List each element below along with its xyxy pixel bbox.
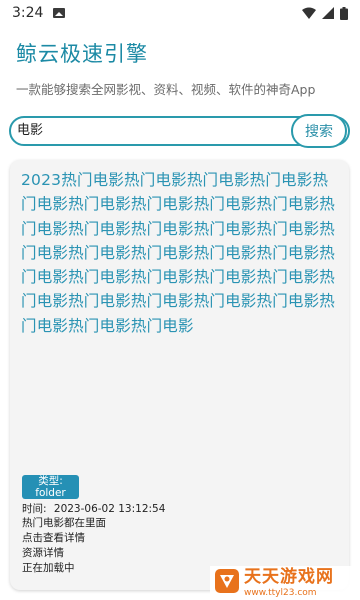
status-left: 3:24 <box>12 5 66 21</box>
battery-icon <box>340 6 348 20</box>
status-bar: 3:24 <box>0 0 360 26</box>
watermark-name: 天天游戏网 <box>244 566 334 587</box>
app-subtitle: 一款能够搜索全网影视、资料、视频、软件的神奇App <box>16 82 316 97</box>
signal-icon <box>322 7 334 19</box>
result-title[interactable]: 2023热门电影热门电影热门电影热门电影热门电影热门电影热门电影热门电影热门电影… <box>21 168 339 338</box>
search-button[interactable]: 搜索 <box>291 114 347 148</box>
gallery-notification-icon <box>53 8 66 18</box>
watermark-text: 天天游戏网 www.ttyl23.com <box>244 566 334 599</box>
app-title: 鲸云极速引擎 <box>16 42 148 66</box>
detail-link[interactable]: 点击查看详情 <box>22 531 85 545</box>
watermark: 天天游戏网 www.ttyl23.com <box>210 566 360 600</box>
resource-link[interactable]: 资源详情 <box>22 546 64 560</box>
result-description: 热门电影都在里面 <box>22 517 106 529</box>
watermark-url: www.ttyl23.com <box>244 587 317 598</box>
status-time: 3:24 <box>12 5 44 21</box>
loading-text: 正在加载中 <box>22 562 75 574</box>
search-input[interactable] <box>17 118 287 144</box>
status-right <box>302 6 348 20</box>
time-label: 时间: <box>22 503 47 515</box>
watermark-logo-icon <box>214 568 240 598</box>
result-card[interactable]: 2023热门电影热门电影热门电影热门电影热门电影热门电影热门电影热门电影热门电影… <box>10 160 349 590</box>
search-bar: 搜索 <box>9 114 350 148</box>
type-value: folder <box>35 487 66 499</box>
wifi-icon <box>302 7 316 19</box>
type-badge: 类型: folder <box>22 475 79 499</box>
result-time: 时间: 2023-06-02 13:12:54 <box>22 502 165 516</box>
type-label: 类型: <box>38 475 63 487</box>
time-value: 2023-06-02 13:12:54 <box>53 503 166 515</box>
